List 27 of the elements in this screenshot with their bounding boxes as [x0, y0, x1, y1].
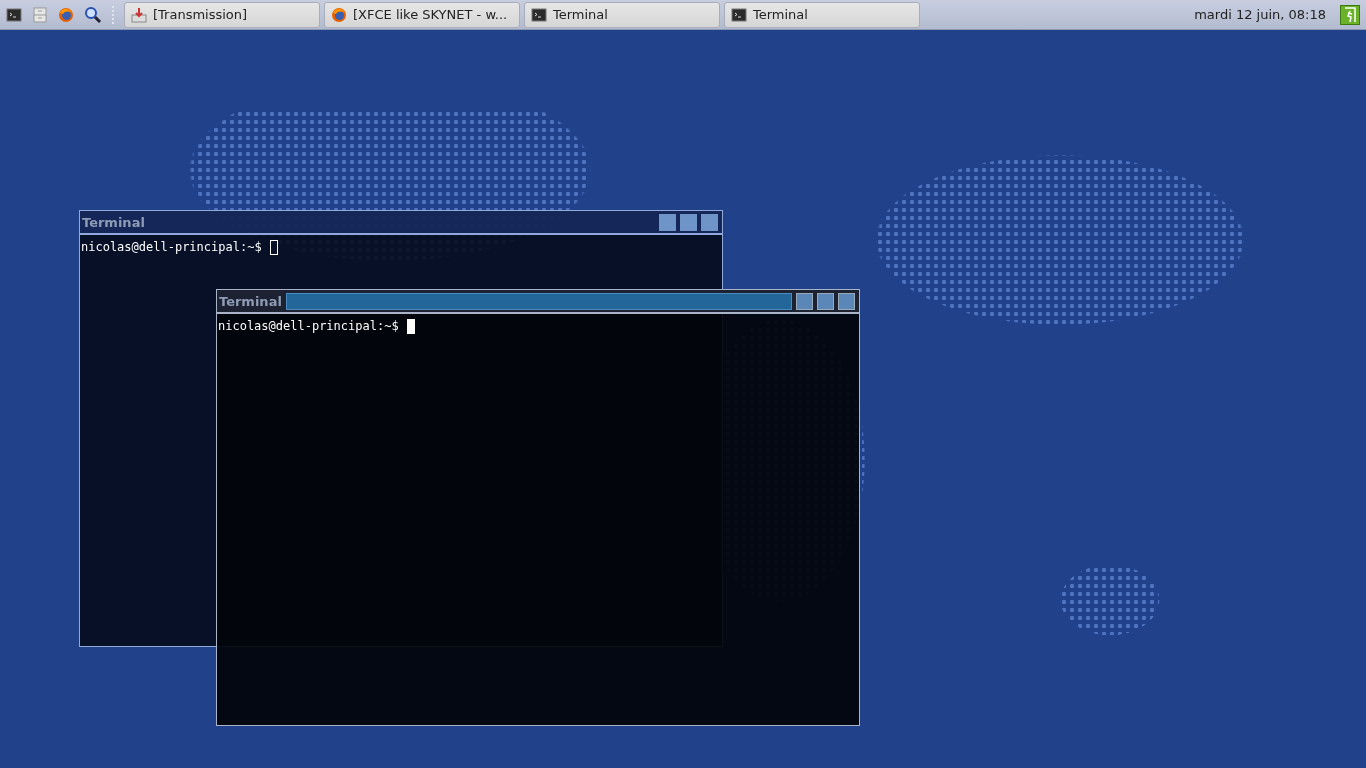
exit-icon[interactable]	[1340, 4, 1360, 25]
taskbar-button[interactable]: Terminal	[524, 1, 720, 28]
globe-fox-icon	[331, 6, 347, 23]
minimize-button[interactable]	[659, 213, 676, 231]
taskbar-button[interactable]: [Transmission]	[124, 1, 320, 28]
clock[interactable]: mardi 12 juin, 08:18	[1194, 7, 1336, 22]
window-title: Terminal	[219, 293, 282, 309]
text-cursor	[269, 239, 278, 255]
terminal-icon[interactable]	[6, 6, 22, 23]
terminal-icon	[531, 6, 547, 23]
shell-prompt: nicolas@dell-principal:~$	[81, 240, 262, 254]
terminal-icon	[731, 6, 747, 23]
maximize-button[interactable]	[680, 213, 697, 231]
download-tray-icon	[131, 6, 147, 23]
minimize-button[interactable]	[796, 292, 813, 310]
close-button[interactable]	[838, 292, 855, 310]
title-bar[interactable]: Terminal	[217, 290, 859, 314]
window-title: Terminal	[82, 214, 145, 230]
taskbar-button[interactable]: Terminal	[724, 1, 920, 28]
globe-fox-icon[interactable]	[58, 6, 74, 23]
text-cursor	[406, 318, 415, 334]
shell-prompt: nicolas@dell-principal:~$	[218, 319, 399, 333]
title-bar[interactable]: Terminal	[80, 211, 722, 235]
taskbar-button[interactable]: [XFCE like SKYNET - w...	[324, 1, 520, 28]
search-icon[interactable]	[84, 5, 102, 24]
maximize-button[interactable]	[817, 292, 834, 310]
close-button[interactable]	[701, 213, 718, 231]
